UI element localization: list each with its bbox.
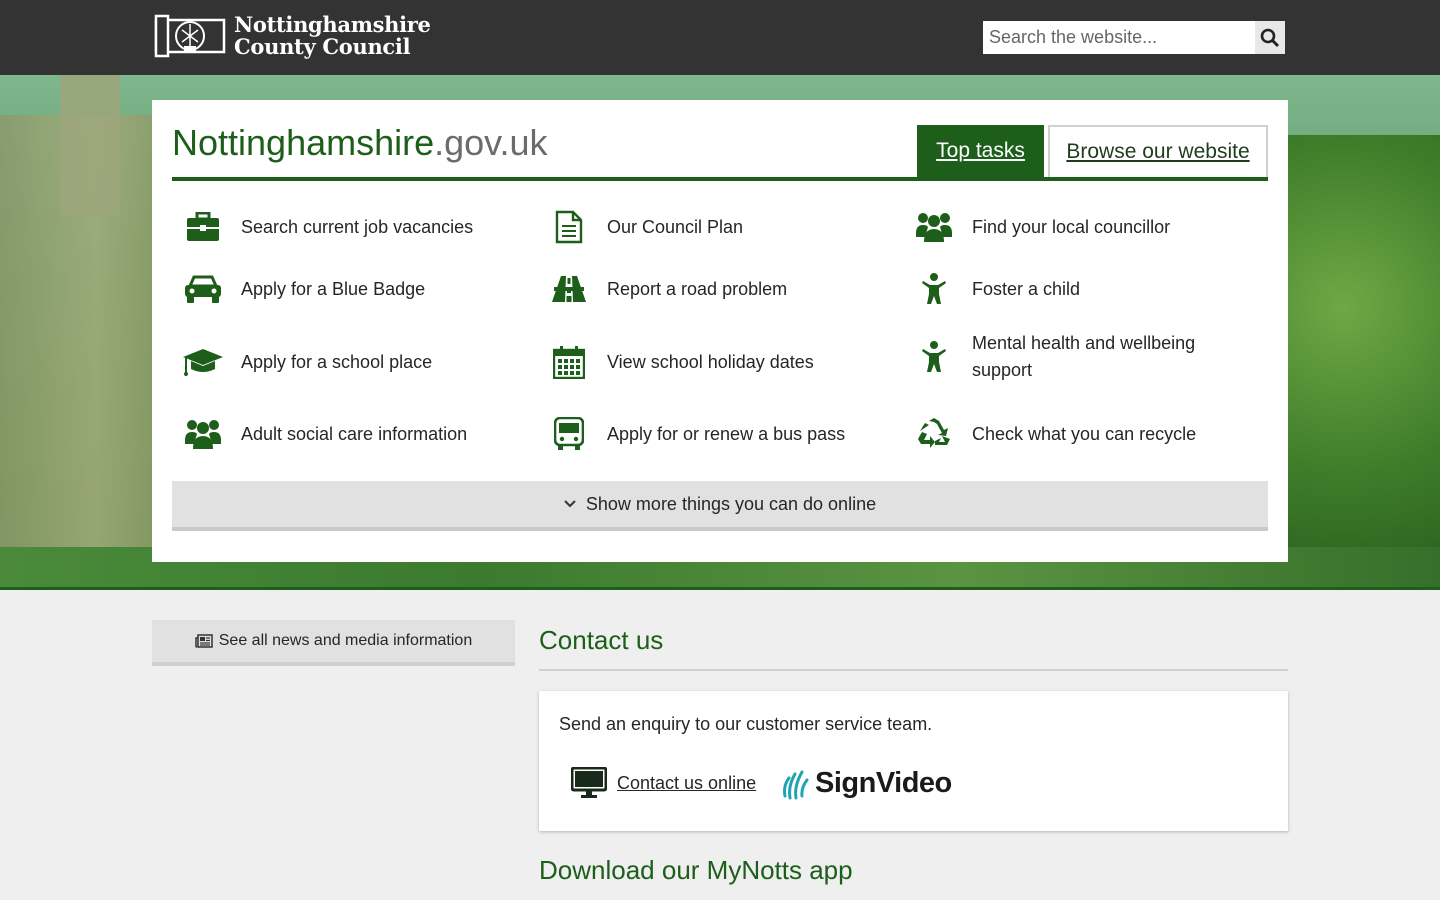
site-search bbox=[983, 21, 1285, 54]
task-link[interactable]: View school holiday dates bbox=[548, 344, 867, 380]
monitor-icon bbox=[571, 767, 607, 798]
logo-line-2: County Council bbox=[234, 34, 411, 59]
people-icon bbox=[182, 416, 224, 452]
contact-online-link[interactable]: Contact us online bbox=[571, 767, 756, 799]
council-crest-icon bbox=[154, 14, 226, 58]
newspaper-icon bbox=[195, 634, 213, 648]
child-icon bbox=[913, 339, 955, 375]
app-heading: Download our MyNotts app bbox=[539, 855, 853, 885]
signvideo-logo-icon bbox=[783, 770, 809, 799]
title-main: Nottinghamshire bbox=[172, 122, 435, 163]
people-icon bbox=[913, 209, 955, 245]
contact-description: Send an enquiry to our customer service … bbox=[559, 714, 933, 734]
task-link[interactable]: Apply for a school place bbox=[182, 344, 501, 380]
calendar-icon bbox=[548, 344, 590, 380]
signvideo-link[interactable]: SignVideo bbox=[781, 767, 952, 800]
site-header: Nottinghamshire County Council bbox=[0, 0, 1440, 75]
task-link[interactable]: Adult social care information bbox=[182, 416, 501, 452]
task-link[interactable]: Foster a child bbox=[913, 271, 1232, 307]
show-more-button[interactable]: Show more things you can do online bbox=[172, 481, 1268, 531]
contact-online-label: Contact us online bbox=[617, 772, 757, 793]
task-label: Our Council Plan bbox=[607, 216, 744, 237]
task-label: Report a road problem bbox=[607, 278, 788, 299]
car-icon bbox=[182, 271, 224, 307]
news-media-button[interactable]: See all news and media information bbox=[152, 620, 515, 666]
task-label: Adult social care information bbox=[241, 423, 468, 444]
contact-divider bbox=[539, 669, 1288, 671]
task-link[interactable]: Report a road problem bbox=[548, 271, 867, 307]
tab-top-tasks[interactable]: Top tasks bbox=[917, 125, 1044, 177]
recycle-icon bbox=[913, 416, 955, 452]
child-icon bbox=[913, 271, 955, 307]
bus-icon bbox=[548, 416, 590, 452]
task-label: Apply for or renew a bus pass bbox=[607, 423, 846, 444]
task-link[interactable]: Mental health and wellbeing support bbox=[913, 330, 1222, 384]
road-icon bbox=[548, 271, 590, 307]
logo-line-1: Nottinghamshire bbox=[234, 12, 431, 37]
task-link[interactable]: Search current job vacancies bbox=[182, 209, 501, 245]
briefcase-icon bbox=[182, 209, 224, 245]
top-tasks-panel: Nottinghamshire.gov.uk Top tasks Browse … bbox=[152, 100, 1288, 562]
search-button[interactable] bbox=[1255, 21, 1285, 54]
task-link[interactable]: Apply for a Blue Badge bbox=[182, 271, 501, 307]
council-logo[interactable]: Nottinghamshire County Council bbox=[154, 14, 431, 58]
task-label: Check what you can recycle bbox=[972, 423, 1197, 444]
contact-card: Send an enquiry to our customer service … bbox=[539, 691, 1288, 831]
contact-heading: Contact us bbox=[539, 625, 664, 655]
task-label: Apply for a school place bbox=[241, 351, 433, 372]
page-title: Nottinghamshire.gov.uk bbox=[172, 122, 548, 164]
title-suffix: .gov.uk bbox=[434, 122, 548, 163]
tab-browse-website[interactable]: Browse our website bbox=[1048, 125, 1268, 177]
task-link[interactable]: Apply for or renew a bus pass bbox=[548, 416, 867, 452]
document-icon bbox=[548, 209, 590, 245]
news-media-label: See all news and media information bbox=[218, 632, 473, 649]
graduation-cap-icon bbox=[182, 344, 224, 380]
hero-trees-image bbox=[1280, 135, 1440, 565]
search-input[interactable] bbox=[983, 21, 1255, 54]
show-more-label: Show more things you can do online bbox=[585, 493, 877, 514]
task-link[interactable]: Find your local councillor bbox=[913, 209, 1232, 245]
task-label: Apply for a Blue Badge bbox=[241, 278, 426, 299]
task-label: Find your local councillor bbox=[972, 216, 1171, 237]
chevron-down-icon bbox=[564, 500, 576, 508]
task-label: Foster a child bbox=[972, 278, 1081, 299]
task-label: Mental health and wellbeing support bbox=[972, 333, 1196, 380]
task-link[interactable]: Our Council Plan bbox=[548, 209, 867, 245]
search-icon bbox=[1260, 28, 1280, 47]
task-label: Search current job vacancies bbox=[241, 216, 474, 237]
hero-tower-image bbox=[60, 75, 120, 215]
signvideo-label: SignVideo bbox=[815, 767, 952, 799]
title-divider bbox=[172, 177, 1268, 181]
task-label: View school holiday dates bbox=[607, 351, 814, 372]
task-link[interactable]: Check what you can recycle bbox=[913, 416, 1232, 452]
